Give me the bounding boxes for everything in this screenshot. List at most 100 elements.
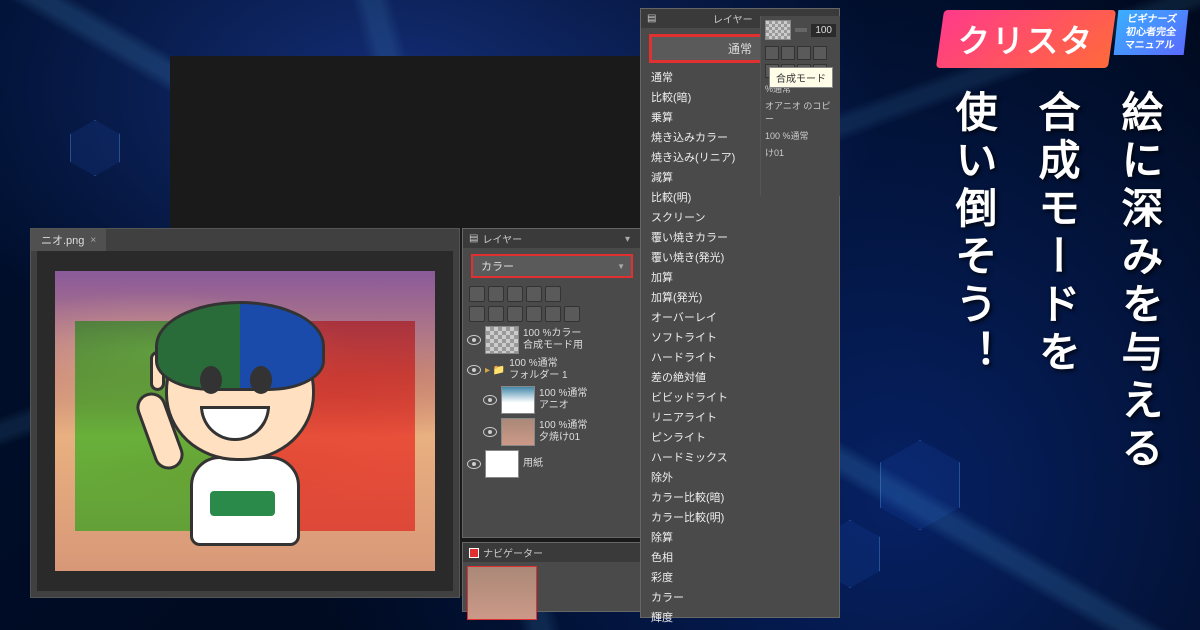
tool-icon[interactable]	[469, 306, 485, 322]
blend-mode-option[interactable]: 覆い焼きカラー	[641, 227, 839, 247]
char-hair	[155, 301, 325, 391]
tool-icon[interactable]	[507, 286, 523, 302]
blend-mode-option[interactable]: 除外	[641, 467, 839, 487]
tool-icon[interactable]	[765, 46, 779, 60]
blend-mode-option[interactable]: カラー	[641, 587, 839, 607]
artwork	[55, 271, 435, 571]
blend-mode-option[interactable]: 覆い焼き(発光)	[641, 247, 839, 267]
blend-mode-option[interactable]: スクリーン	[641, 207, 839, 227]
tool-icon[interactable]	[526, 306, 542, 322]
tool-icon[interactable]	[564, 306, 580, 322]
layer-label: 100 %通常夕焼け01	[539, 420, 587, 444]
panel-header: ▤ レイヤー ▾	[463, 229, 641, 248]
visibility-icon[interactable]	[483, 427, 497, 437]
opacity-slider[interactable]	[795, 28, 807, 32]
blend-mode-value: 通常	[728, 40, 752, 57]
side-layer-label[interactable]: オアニオ のコピー	[761, 97, 840, 127]
stack-icon: ▤	[647, 13, 656, 24]
document-tab[interactable]: ニオ.png ×	[31, 229, 106, 251]
layer-label: 100 %通常フォルダー 1	[509, 358, 567, 382]
layer-row[interactable]: 100 %通常夕焼け01	[463, 416, 641, 448]
tool-icon[interactable]	[488, 286, 504, 302]
blend-mode-option[interactable]: 除算	[641, 527, 839, 547]
visibility-icon[interactable]	[483, 395, 497, 405]
brand-logo: クリスタ ビギナーズ 初心者完全 マニュアル	[940, 10, 1186, 68]
blend-mode-option[interactable]: ハードミックス	[641, 447, 839, 467]
headline: 絵に深みを与える 合成モードを 使い倒そう！	[943, 90, 1170, 474]
blend-mode-option[interactable]: ソフトライト	[641, 327, 839, 347]
blend-mode-option[interactable]: リニアライト	[641, 407, 839, 427]
navigator-thumbnail[interactable]	[467, 566, 537, 620]
tab-filename: ニオ.png	[41, 232, 84, 248]
shirt-logo	[210, 491, 275, 516]
logo-text: クリスタ	[958, 16, 1094, 62]
tool-icon[interactable]	[813, 46, 827, 60]
blend-mode-option[interactable]: 彩度	[641, 567, 839, 587]
layer-tools	[463, 284, 641, 304]
layer-label: 用紙	[523, 458, 543, 470]
close-icon[interactable]: ×	[90, 235, 96, 246]
char-eye	[250, 366, 272, 394]
visibility-icon[interactable]	[467, 459, 481, 469]
layer-row[interactable]: ▸ 📁 100 %通常フォルダー 1	[463, 356, 641, 384]
canvas-area[interactable]	[37, 251, 453, 591]
layer-thumbnail	[501, 418, 535, 446]
blend-mode-option[interactable]: カラー比較(明)	[641, 507, 839, 527]
blend-mode-value: カラー	[481, 258, 514, 274]
menu-icon[interactable]: ▾	[625, 234, 635, 244]
blend-mode-option[interactable]: 色相	[641, 547, 839, 567]
layer-row[interactable]: 用紙	[463, 448, 641, 480]
sub-line: ビギナーズ	[1127, 13, 1178, 26]
side-layer-label[interactable]: け01	[761, 144, 840, 161]
layer-thumbnail	[485, 450, 519, 478]
layer-row[interactable]: 100 %通常アニオ	[463, 384, 641, 416]
blend-mode-option[interactable]: 加算	[641, 267, 839, 287]
sub-line: 初心者完全	[1125, 26, 1176, 39]
blend-mode-option[interactable]: ビビッドライト	[641, 387, 839, 407]
tool-icon[interactable]	[545, 306, 561, 322]
blend-mode-option[interactable]: ハードライト	[641, 347, 839, 367]
panel-header: ナビゲーター	[463, 543, 641, 562]
panel-title: レイヤー	[482, 231, 522, 246]
tool-icon[interactable]	[797, 46, 811, 60]
blend-mode-option[interactable]: 輝度	[641, 607, 839, 627]
opacity-row: 100	[761, 16, 840, 44]
panel-title: ナビゲーター	[483, 545, 543, 560]
sub-line: マニュアル	[1124, 39, 1175, 52]
layer-panel-left: ▤ レイヤー ▾ カラー 100 %カラー合成モード用 ▸ 📁 100 %通常フォル…	[462, 228, 642, 538]
logo-badge: クリスタ	[936, 10, 1116, 68]
nav-icon	[469, 548, 479, 558]
stack-icon: ▤	[469, 233, 478, 244]
layer-panel-right-side: 100 %通常オアニオ のコピー100 %通常け01	[760, 16, 840, 196]
headline-col: 絵に深みを与える	[1109, 90, 1170, 474]
visibility-icon[interactable]	[467, 335, 481, 345]
navigator-body[interactable]	[463, 562, 641, 624]
tool-icon[interactable]	[781, 46, 795, 60]
layer-thumbnail	[485, 326, 519, 354]
logo-subtitle: ビギナーズ 初心者完全 マニュアル	[1114, 10, 1189, 55]
tool-icon[interactable]	[545, 286, 561, 302]
blend-mode-option[interactable]: カラー比較(暗)	[641, 487, 839, 507]
tool-icon[interactable]	[507, 306, 523, 322]
tool-icon[interactable]	[469, 286, 485, 302]
visibility-icon[interactable]	[467, 365, 481, 375]
side-layer-label[interactable]: 100 %通常	[761, 127, 840, 144]
blend-mode-select-left[interactable]: カラー	[471, 254, 633, 278]
layer-tools	[463, 304, 641, 324]
canvas-window: ニオ.png ×	[30, 228, 460, 598]
blend-mode-option[interactable]: ピンライト	[641, 427, 839, 447]
layer-row[interactable]: 100 %カラー合成モード用	[463, 324, 641, 356]
tool-icon[interactable]	[526, 286, 542, 302]
blend-mode-option[interactable]: オーバーレイ	[641, 307, 839, 327]
blend-mode-option[interactable]: 差の絶対値	[641, 367, 839, 387]
folder-icon: ▸ 📁	[485, 365, 505, 376]
navigator-panel: ナビゲーター	[462, 542, 642, 612]
opacity-thumb	[765, 20, 791, 40]
opacity-value[interactable]: 100	[811, 24, 836, 37]
layer-label: 100 %カラー合成モード用	[523, 328, 583, 352]
layer-thumbnail	[501, 386, 535, 414]
headline-col: 合成モードを	[1026, 90, 1087, 474]
blend-mode-option[interactable]: 加算(発光)	[641, 287, 839, 307]
character	[115, 291, 375, 571]
tool-icon[interactable]	[488, 306, 504, 322]
